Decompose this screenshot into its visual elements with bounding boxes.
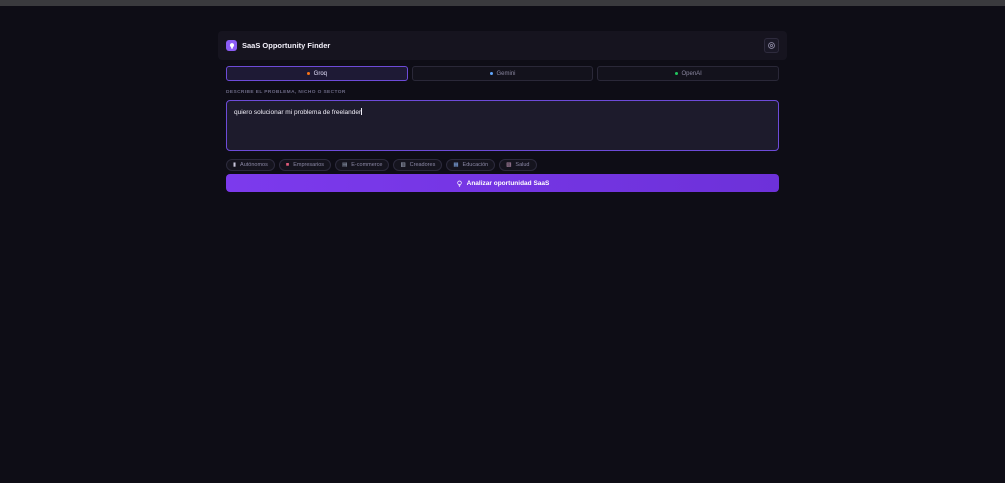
prompt-label: DESCRIBE EL PROBLEMA, NICHO O SECTOR [226, 90, 346, 95]
app-title: SaaS Opportunity Finder [242, 41, 331, 50]
provider-tab-openai[interactable]: OpenAI [597, 66, 780, 81]
provider-tab-groq[interactable]: Groq [226, 66, 408, 81]
briefcase-icon: ▮ [233, 162, 237, 168]
tag-creadores[interactable]: ▥ Creadores [393, 159, 443, 171]
gear-icon [768, 42, 775, 49]
lightbulb-icon [456, 180, 462, 187]
building-icon: ■ [285, 162, 290, 168]
sector-tags: ▮ Autónomos ■ Empresarios ▤ E-commerce ▥… [226, 159, 779, 171]
status-dot-icon [489, 72, 493, 75]
browser-top-strip [0, 0, 1005, 6]
app-container: SaaS Opportunity Finder Groq Gemini Open… [218, 31, 787, 192]
tag-label: Creadores [409, 162, 436, 168]
tag-label: Educación [462, 162, 489, 168]
settings-button[interactable] [764, 38, 779, 53]
status-dot-icon [674, 72, 678, 75]
health-icon: ▧ [506, 162, 512, 168]
tag-ecommerce[interactable]: ▤ E-commerce [335, 159, 390, 171]
provider-label: OpenAI [681, 70, 702, 77]
cart-icon: ▤ [342, 162, 348, 168]
app-body: Groq Gemini OpenAI DESCRIBE EL PROBLEMA,… [218, 66, 787, 192]
provider-label: Groq [313, 70, 327, 77]
app-header: SaaS Opportunity Finder [218, 31, 787, 60]
tag-educacion[interactable]: ▦ Educación [446, 159, 496, 171]
palette-icon: ▥ [400, 162, 406, 168]
analyze-button-label: Analizar oportunidad SaaS [466, 179, 550, 187]
provider-tab-gemini[interactable]: Gemini [411, 66, 594, 81]
lightbulb-logo-icon [226, 40, 237, 51]
tag-empresarios[interactable]: ■ Empresarios [278, 159, 332, 171]
prompt-textarea[interactable]: quiero solucionar mi problema de freelan… [226, 100, 779, 151]
analyze-button[interactable]: Analizar oportunidad SaaS [226, 174, 779, 192]
tag-label: Empresarios [293, 162, 325, 168]
provider-label: Gemini [496, 70, 516, 77]
status-dot-icon [306, 72, 310, 75]
tag-label: Salud [515, 162, 530, 168]
prompt-text: quiero solucionar mi problema de freelan… [234, 109, 362, 116]
tag-salud[interactable]: ▧ Salud [499, 159, 537, 171]
tag-label: E-commerce [351, 162, 383, 168]
provider-tabs: Groq Gemini OpenAI [226, 66, 780, 81]
books-icon: ▦ [453, 162, 459, 168]
text-caret [361, 108, 363, 115]
tag-label: Autónomos [240, 162, 268, 168]
tag-autonomos[interactable]: ▮ Autónomos [226, 159, 275, 171]
